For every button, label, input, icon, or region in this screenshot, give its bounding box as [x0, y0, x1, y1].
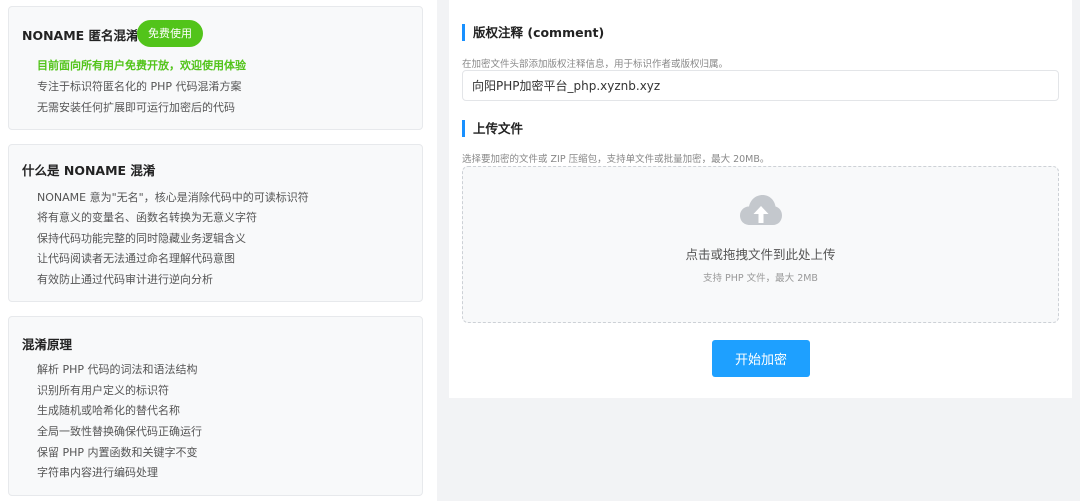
start-encrypt-button[interactable]: 开始加密 [712, 340, 810, 377]
dropzone-text: 点击或拖拽文件到此处上传 [685, 247, 836, 262]
cloud-upload-icon [740, 195, 782, 225]
what-item: 让代码阅读者无法通过命名理解代码意图 [37, 252, 235, 265]
principle-title: 混淆原理 [22, 337, 73, 352]
intro-card: NONAME 匿名混淆 免费使用 目前面向所有用户免费开放，欢迎使用体验 专注于… [8, 6, 423, 130]
comment-input[interactable] [462, 70, 1059, 101]
what-item: 将有意义的变量名、函数名转换为无意义字符 [37, 211, 257, 224]
intro-title: NONAME 匿名混淆 [22, 28, 139, 43]
upload-hint: 选择要加密的文件或 ZIP 压缩包，支持单文件或批量加密，最大 20MB。 [462, 154, 770, 165]
intro-item: 专注于标识符匿名化的 PHP 代码混淆方案 [37, 80, 242, 93]
principle-item: 保留 PHP 内置函数和关键字不变 [37, 446, 198, 459]
free-badge: 免费使用 [137, 20, 203, 47]
what-item: NONAME 意为"无名"，核心是消除代码中的可读标识符 [37, 191, 309, 204]
upload-section-title: 上传文件 [462, 120, 523, 137]
upload-dropzone[interactable]: 点击或拖拽文件到此处上传 支持 PHP 文件，最大 2MB [462, 166, 1059, 323]
principle-card: 混淆原理 解析 PHP 代码的词法和语法结构 识别所有用户定义的标识符 生成随机… [8, 316, 423, 496]
comment-section-title: 版权注释 (comment) [462, 24, 604, 41]
principle-item: 识别所有用户定义的标识符 [37, 384, 169, 397]
principle-item: 生成随机或哈希化的替代名称 [37, 404, 180, 417]
what-item: 有效防止通过代码审计进行逆向分析 [37, 273, 213, 286]
comment-hint: 在加密文件头部添加版权注释信息，用于标识作者或版权归属。 [462, 59, 729, 70]
dropzone-subtext: 支持 PHP 文件，最大 2MB [703, 273, 818, 284]
what-item: 保持代码功能完整的同时隐藏业务逻辑含义 [37, 232, 246, 245]
main-panel: 版权注释 (comment) 在加密文件头部添加版权注释信息，用于标识作者或版权… [449, 0, 1072, 398]
principle-item: 字符串内容进行编码处理 [37, 466, 158, 479]
principle-item: 解析 PHP 代码的词法和语法结构 [37, 363, 198, 376]
what-title: 什么是 NONAME 混淆 [22, 163, 156, 178]
intro-item: 无需安装任何扩展即可运行加密后的代码 [37, 101, 235, 114]
intro-highlight: 目前面向所有用户免费开放，欢迎使用体验 [37, 59, 246, 72]
what-card: 什么是 NONAME 混淆 NONAME 意为"无名"，核心是消除代码中的可读标… [8, 144, 423, 302]
principle-item: 全局一致性替换确保代码正确运行 [37, 425, 202, 438]
sidebar: NONAME 匿名混淆 免费使用 目前面向所有用户免费开放，欢迎使用体验 专注于… [0, 0, 437, 501]
